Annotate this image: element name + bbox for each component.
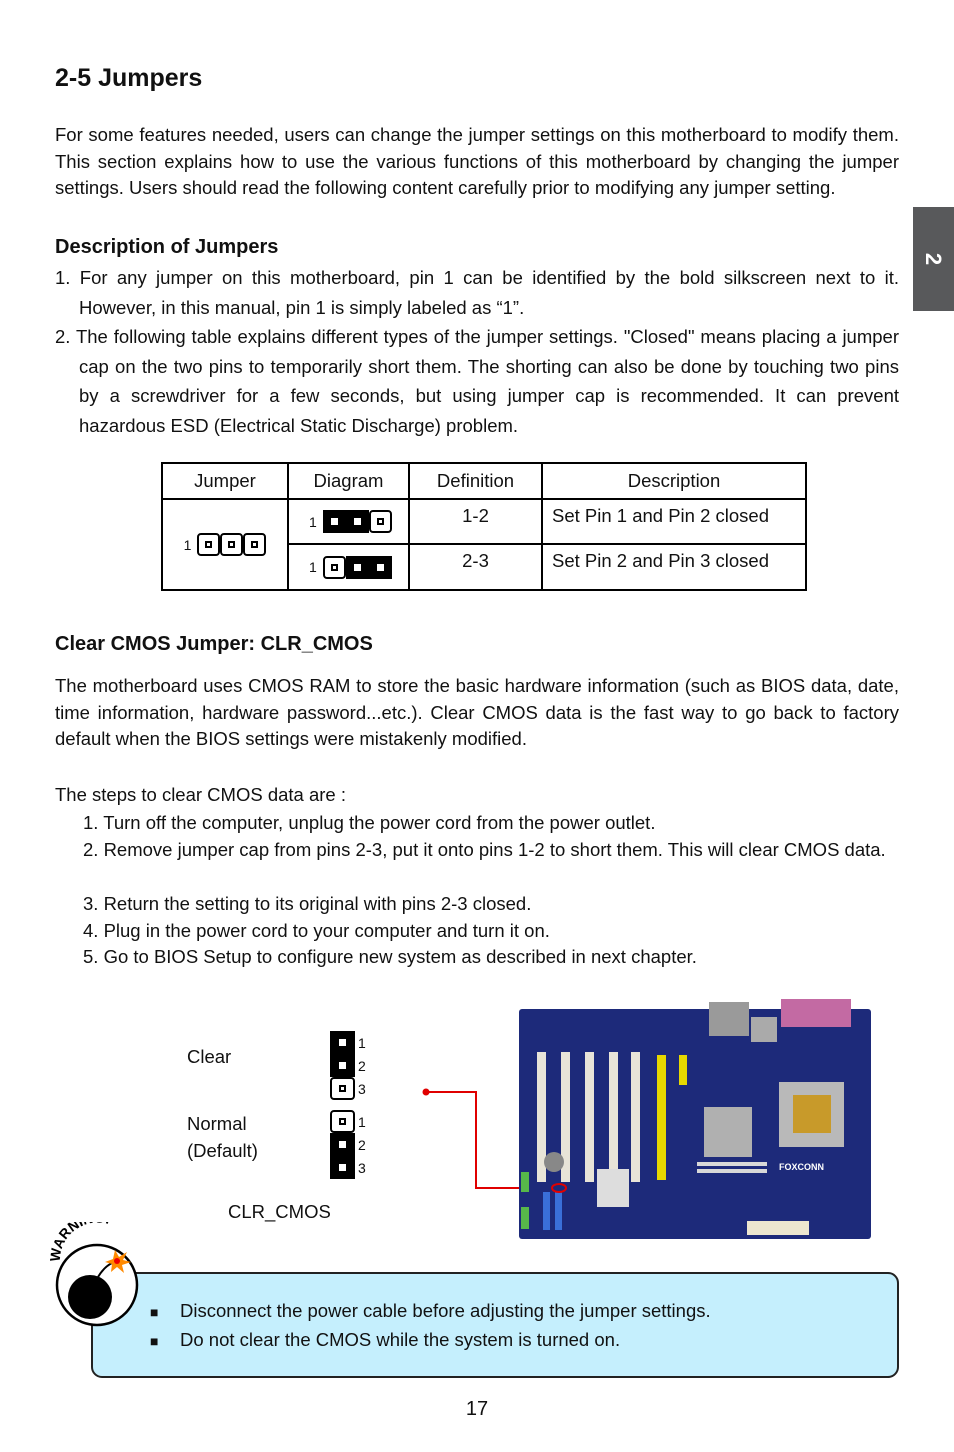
warning-item: ■ Do not clear the CMOS while the system … [150, 1329, 620, 1351]
warning-item: ■ Disconnect the power cable before adjus… [150, 1300, 711, 1322]
warning-bomb-icon: WARNING! [50, 1222, 139, 1327]
warning-text: Do not clear the CMOS while the system i… [180, 1329, 621, 1350]
svg-text:FOXCONN: FOXCONN [779, 1162, 824, 1172]
bullet-icon: ■ [150, 1333, 159, 1349]
motherboard-image: FOXCONN [519, 997, 873, 1241]
warning-box [91, 1272, 899, 1378]
page-number: 17 [465, 1398, 489, 1420]
bullet-icon: ■ [150, 1304, 159, 1320]
warning-text: Disconnect the power cable before adjust… [180, 1300, 711, 1321]
